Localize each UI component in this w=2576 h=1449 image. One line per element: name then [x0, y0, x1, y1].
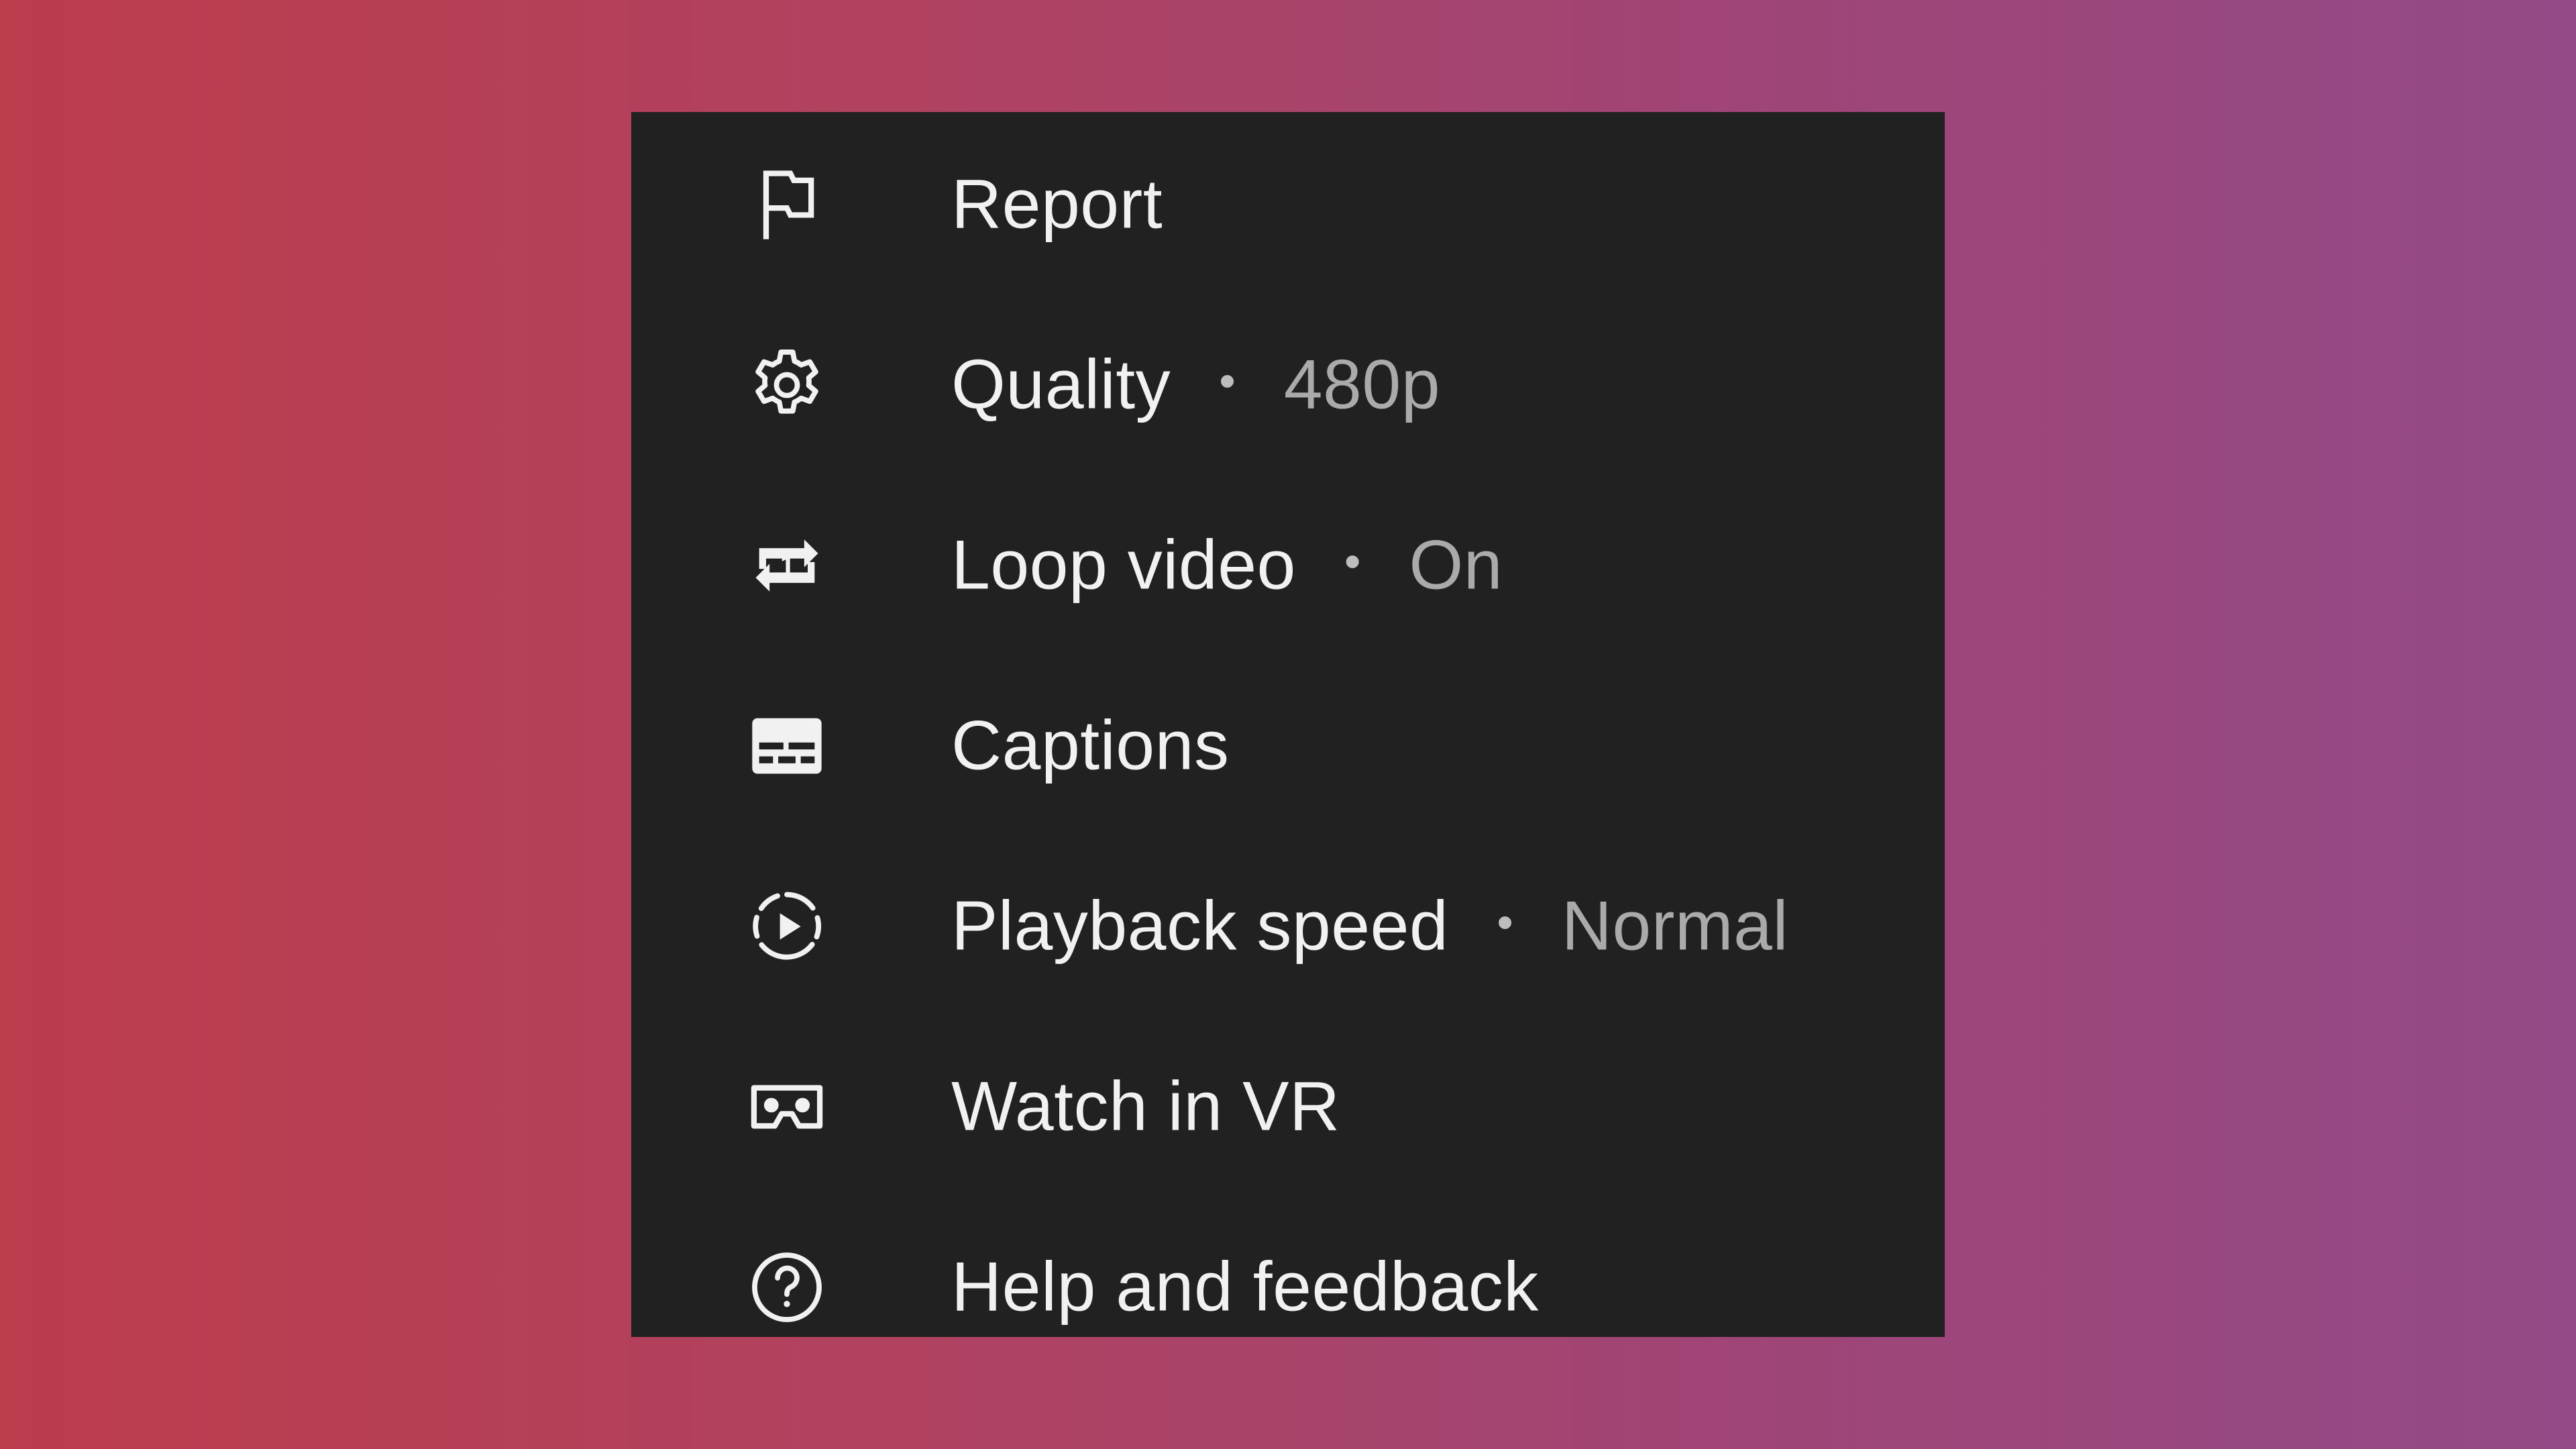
settings-menu: Report Quality • 480p Loop video • On Ca… — [631, 112, 1945, 1337]
menu-item-label: Playback speed — [951, 887, 1449, 965]
flag-icon — [745, 163, 828, 246]
menu-item-label: Help and feedback — [951, 1248, 1539, 1326]
menu-item-value: Normal — [1561, 887, 1788, 965]
help-circle-icon — [745, 1246, 828, 1329]
closed-captions-icon — [745, 704, 828, 788]
menu-item-loop-video[interactable]: Loop video • On — [631, 475, 1945, 655]
menu-item-playback-speed[interactable]: Playback speed • Normal — [631, 836, 1945, 1016]
menu-item-help-and-feedback[interactable]: Help and feedback — [631, 1197, 1945, 1377]
playback-speed-icon — [745, 885, 828, 968]
separator-dot: • — [1497, 896, 1513, 949]
menu-item-captions[interactable]: Captions — [631, 655, 1945, 836]
menu-item-report[interactable]: Report — [631, 114, 1945, 294]
gear-icon — [745, 343, 828, 427]
menu-item-value: 480p — [1283, 345, 1441, 423]
separator-dot: • — [1219, 354, 1236, 407]
loop-one-icon — [745, 524, 828, 607]
menu-item-label: Captions — [951, 706, 1230, 784]
menu-item-quality[interactable]: Quality • 480p — [631, 294, 1945, 475]
menu-item-label: Report — [951, 165, 1163, 243]
menu-item-label: Watch in VR — [951, 1067, 1340, 1145]
separator-dot: • — [1344, 535, 1361, 588]
menu-item-value: On — [1409, 526, 1503, 604]
menu-item-label: Quality — [951, 345, 1171, 423]
menu-item-label: Loop video — [951, 526, 1296, 604]
menu-item-watch-in-vr[interactable]: Watch in VR — [631, 1016, 1945, 1197]
vr-headset-icon — [745, 1065, 828, 1148]
